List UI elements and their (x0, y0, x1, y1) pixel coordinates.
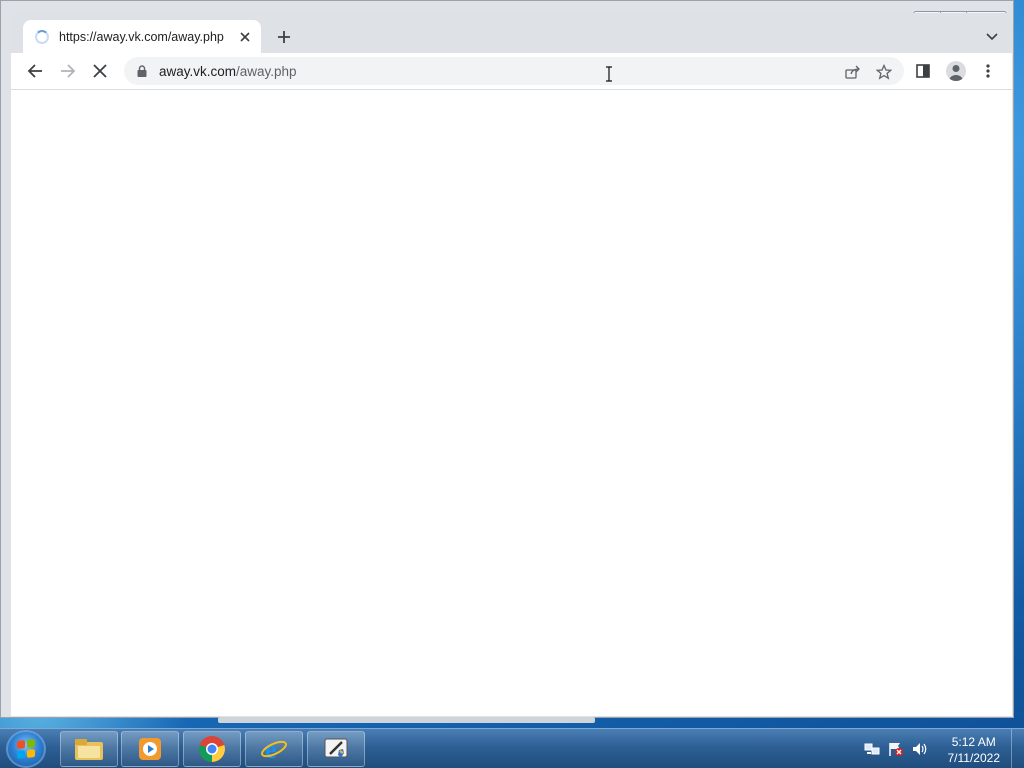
network-icon[interactable] (864, 741, 880, 757)
internet-explorer-icon[interactable]: e (245, 731, 303, 767)
page-content[interactable] (11, 90, 1012, 716)
taskbar-clock[interactable]: 5:12 AM 7/11/2022 (948, 734, 1001, 766)
avatar (946, 61, 966, 81)
clock-date: 7/11/2022 (947, 751, 1001, 765)
windows-logo-icon (17, 739, 35, 759)
share-icon[interactable] (842, 61, 864, 83)
start-button[interactable] (6, 730, 46, 768)
volume-icon[interactable] (912, 741, 928, 757)
profile-icon[interactable] (942, 57, 970, 85)
svg-text:e: e (265, 735, 277, 763)
flag-warning-icon[interactable] (888, 741, 904, 757)
url-path: /away.php (236, 63, 297, 79)
tab-strip: https://away.vk.com/away.php (11, 13, 1012, 53)
kebab-menu-icon[interactable] (974, 57, 1002, 85)
media-player-icon[interactable] (121, 731, 179, 767)
browser-toolbar: away.vk.com/away.php (11, 53, 1012, 90)
star-icon[interactable] (873, 61, 895, 83)
chrome-icon[interactable] (183, 731, 241, 767)
tab-title: https://away.vk.com/away.php (59, 29, 224, 44)
lock-icon[interactable] (136, 64, 148, 78)
taskbar: e 5:12 AM 7/11/2022 (0, 728, 1024, 768)
show-desktop-button[interactable] (1011, 729, 1024, 768)
side-panel-icon[interactable] (909, 57, 937, 85)
address-bar[interactable]: away.vk.com/away.php (124, 57, 904, 85)
arrow-left-icon[interactable] (21, 57, 49, 85)
horizontal-scrollbar[interactable] (218, 717, 595, 723)
arrow-right-icon[interactable] (54, 57, 82, 85)
url-host: away.vk.com (159, 63, 237, 79)
control-panel-tool-icon[interactable] (307, 731, 365, 767)
windows-explorer-icon[interactable] (60, 731, 118, 767)
tab-away-vk[interactable]: https://away.vk.com/away.php (23, 20, 261, 53)
chevron-down-icon[interactable] (982, 27, 1002, 47)
spinner-icon (35, 29, 49, 44)
text-cursor-icon (604, 66, 614, 82)
plus-icon[interactable] (273, 26, 295, 48)
clock-time: 5:12 AM (951, 735, 996, 749)
close-icon[interactable] (235, 27, 255, 47)
url-text[interactable]: away.vk.com/away.php (159, 64, 297, 79)
stop-x-icon[interactable] (86, 57, 114, 85)
